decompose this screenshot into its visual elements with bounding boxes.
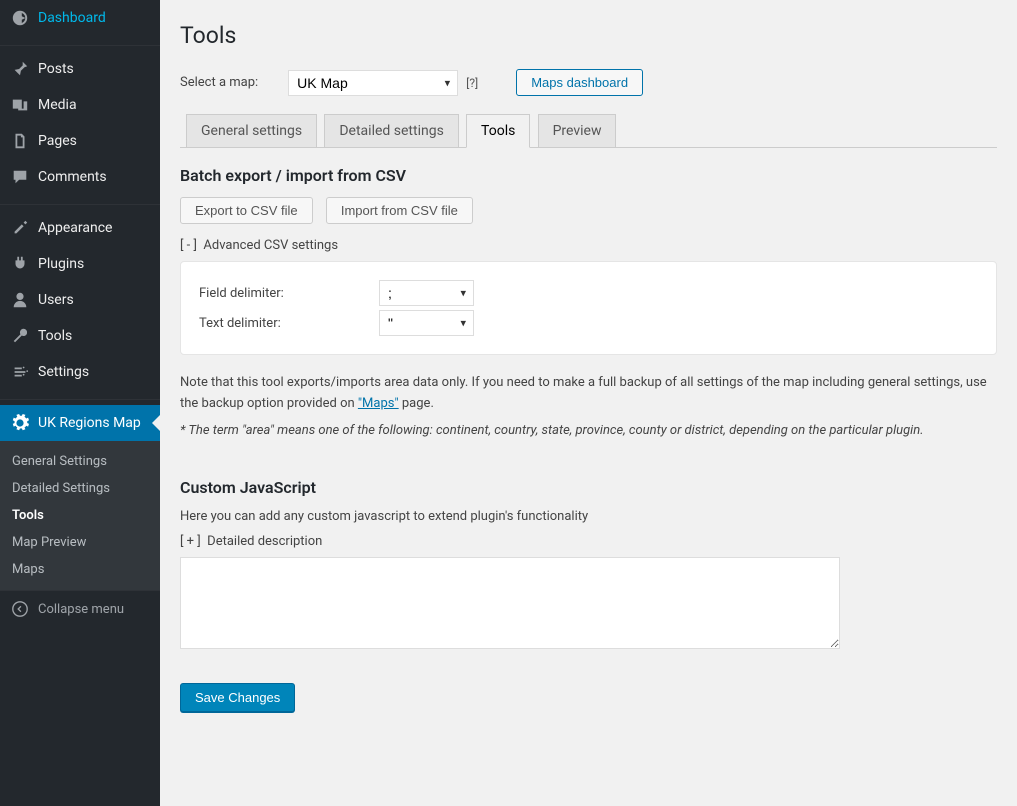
menu-separator — [0, 395, 160, 400]
sidebar-item-pages[interactable]: Pages — [0, 123, 160, 159]
text-delimiter-label: Text delimiter: — [199, 316, 379, 331]
submenu: General Settings Detailed Settings Tools… — [0, 441, 160, 590]
sidebar-item-posts[interactable]: Posts — [0, 51, 160, 87]
menu-separator — [0, 41, 160, 46]
detailed-description-toggle[interactable]: [ + ] Detailed description — [180, 534, 997, 549]
submenu-item-map-preview[interactable]: Map Preview — [0, 529, 160, 556]
submenu-item-tools[interactable]: Tools — [0, 502, 160, 529]
sidebar-item-dashboard[interactable]: Dashboard — [0, 0, 160, 36]
import-csv-button[interactable]: Import from CSV file — [326, 197, 473, 224]
sidebar-item-label: Posts — [38, 61, 74, 77]
sidebar-item-settings[interactable]: Settings — [0, 354, 160, 390]
sidebar-item-label: Appearance — [38, 220, 112, 236]
users-icon — [10, 290, 30, 310]
main-content: Tools Select a map: UK Map [?] Maps dash… — [160, 0, 1017, 806]
plugins-icon — [10, 254, 30, 274]
help-icon[interactable]: [?] — [466, 76, 478, 90]
text-delimiter-row: Text delimiter: " — [199, 310, 978, 336]
section-heading-js: Custom JavaScript — [180, 478, 997, 497]
field-delimiter-label: Field delimiter: — [199, 286, 379, 301]
sidebar-item-label: UK Regions Map — [38, 415, 141, 431]
page-title: Tools — [180, 22, 997, 49]
field-delimiter-select[interactable]: ; — [379, 280, 474, 306]
toggle-mark-icon: [ - ] — [180, 238, 197, 253]
sidebar-item-label: Dashboard — [38, 10, 106, 26]
collapse-label: Collapse menu — [38, 602, 124, 617]
js-description: Here you can add any custom javascript t… — [180, 509, 997, 524]
collapse-menu[interactable]: Collapse menu — [0, 590, 160, 627]
save-changes-button[interactable]: Save Changes — [180, 683, 295, 712]
toggle-label: Advanced CSV settings — [203, 238, 338, 253]
dashboard-icon — [10, 8, 30, 28]
pages-icon — [10, 131, 30, 151]
sidebar-item-label: Tools — [38, 328, 72, 344]
sidebar-item-users[interactable]: Users — [0, 282, 160, 318]
tools-icon — [10, 326, 30, 346]
sidebar-item-comments[interactable]: Comments — [0, 159, 160, 195]
sidebar-item-label: Plugins — [38, 256, 84, 272]
tabs: General settings Detailed settings Tools… — [180, 114, 997, 148]
media-icon — [10, 95, 30, 115]
maps-dashboard-button[interactable]: Maps dashboard — [516, 69, 643, 96]
submenu-item-maps[interactable]: Maps — [0, 556, 160, 583]
admin-sidebar: Dashboard Posts Media Pages Comments App… — [0, 0, 160, 806]
sidebar-item-label: Pages — [38, 133, 77, 149]
appearance-icon — [10, 218, 30, 238]
note-text: Note that this tool exports/imports area… — [180, 373, 997, 415]
pin-icon — [10, 59, 30, 79]
sidebar-item-label: Comments — [38, 169, 107, 185]
comments-icon — [10, 167, 30, 187]
tab-general-settings[interactable]: General settings — [186, 114, 317, 148]
sidebar-item-tools[interactable]: Tools — [0, 318, 160, 354]
sidebar-item-appearance[interactable]: Appearance — [0, 210, 160, 246]
custom-js-textarea[interactable] — [180, 557, 840, 649]
export-csv-button[interactable]: Export to CSV file — [180, 197, 313, 224]
field-delimiter-row: Field delimiter: ; — [199, 280, 978, 306]
map-select-wrap: UK Map — [288, 70, 458, 96]
submenu-item-general-settings[interactable]: General Settings — [0, 448, 160, 475]
settings-icon — [10, 362, 30, 382]
collapse-icon — [10, 599, 30, 619]
select-map-label: Select a map: — [180, 75, 258, 90]
sidebar-item-label: Users — [38, 292, 74, 308]
advanced-csv-toggle[interactable]: [ - ] Advanced CSV settings — [180, 238, 997, 253]
toggle-label: Detailed description — [207, 534, 322, 549]
map-select[interactable]: UK Map — [288, 70, 458, 96]
gear-icon — [10, 413, 30, 433]
menu-separator — [0, 200, 160, 205]
footnote-text: * The term "area" means one of the follo… — [180, 423, 997, 438]
tab-preview[interactable]: Preview — [538, 114, 617, 148]
text-delimiter-select[interactable]: " — [379, 310, 474, 336]
csv-button-row: Export to CSV file Import from CSV file — [180, 197, 997, 224]
sidebar-item-label: Settings — [38, 364, 89, 380]
tab-detailed-settings[interactable]: Detailed settings — [324, 114, 458, 148]
toggle-mark-icon: [ + ] — [180, 534, 201, 549]
sidebar-item-uk-regions-map[interactable]: UK Regions Map — [0, 405, 160, 441]
tab-tools[interactable]: Tools — [466, 114, 530, 148]
map-select-row: Select a map: UK Map [?] Maps dashboard — [180, 69, 997, 96]
section-heading-csv: Batch export / import from CSV — [180, 166, 997, 185]
sidebar-item-plugins[interactable]: Plugins — [0, 246, 160, 282]
sidebar-item-label: Media — [38, 97, 77, 113]
submenu-item-detailed-settings[interactable]: Detailed Settings — [0, 475, 160, 502]
advanced-csv-panel: Field delimiter: ; Text delimiter: " — [180, 261, 997, 355]
sidebar-item-media[interactable]: Media — [0, 87, 160, 123]
maps-page-link[interactable]: "Maps" — [358, 396, 399, 411]
